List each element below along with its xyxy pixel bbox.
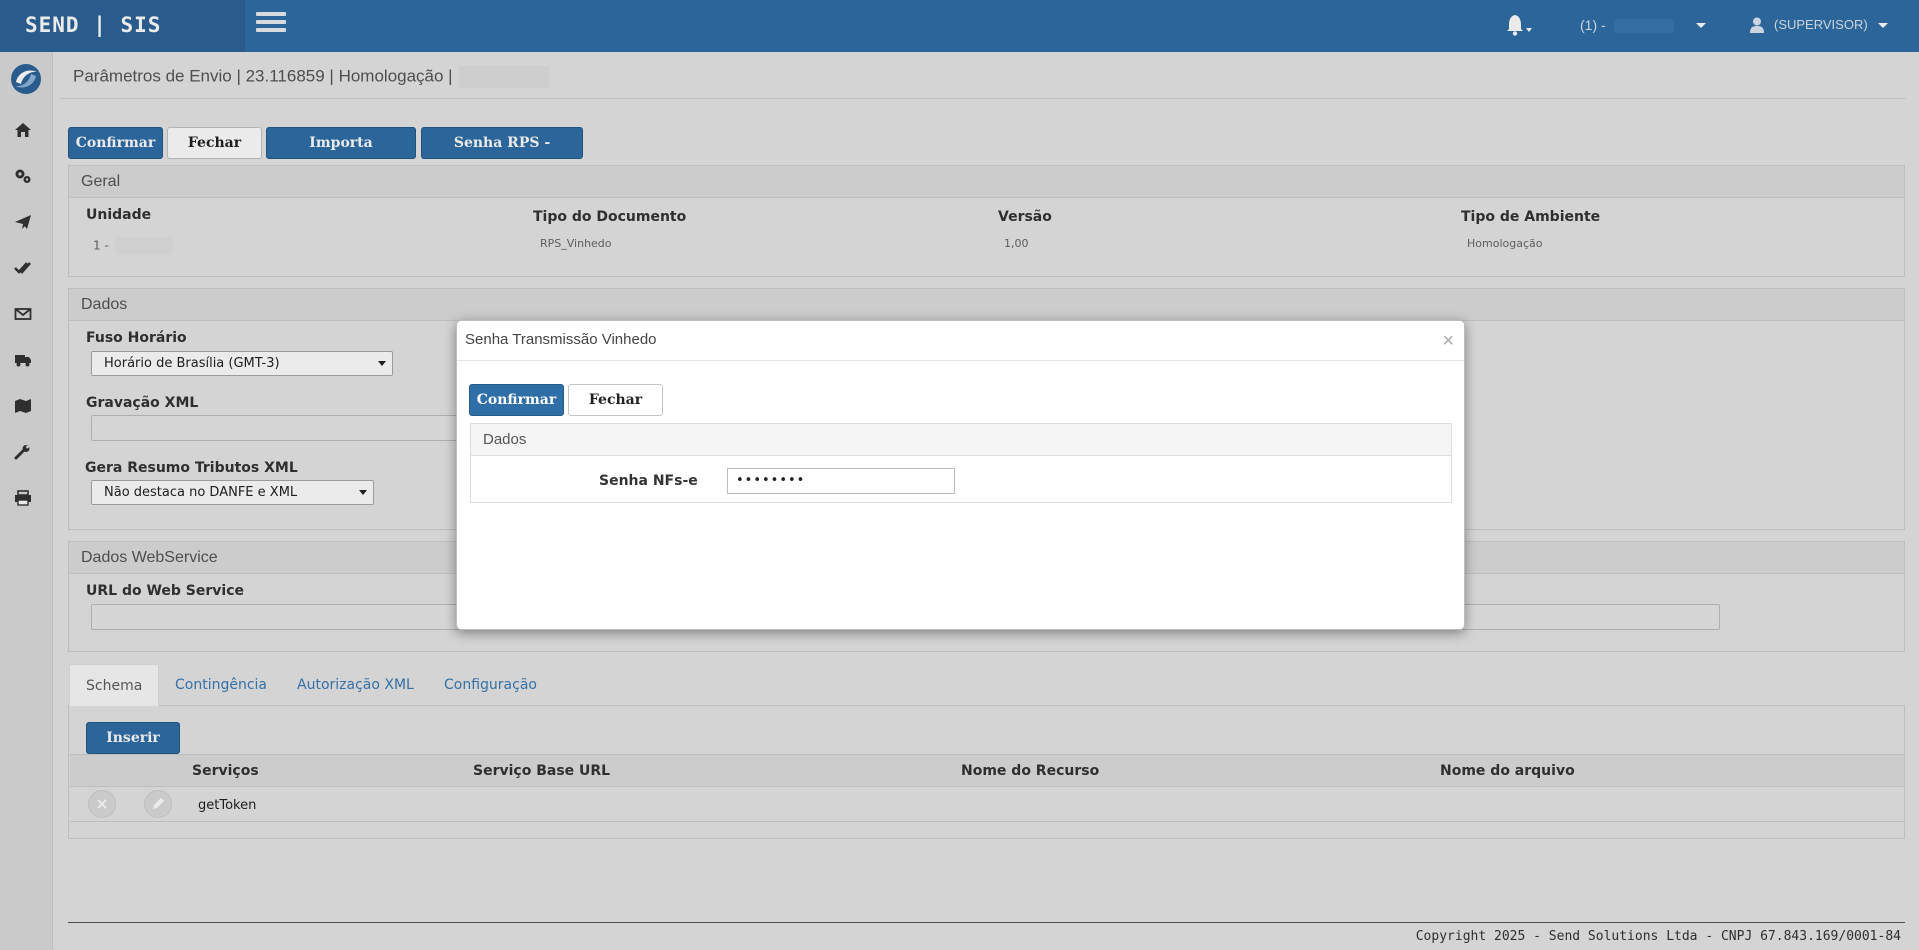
modal-data-panel: Dados Senha NFs-e ••••••••	[470, 423, 1452, 503]
modal-header-divider	[457, 360, 1464, 361]
password-modal: Senha Transmissão Vinhedo × Confirmar Fe…	[456, 320, 1465, 630]
nfse-password-input[interactable]: ••••••••	[727, 468, 955, 494]
modal-confirm-button[interactable]: Confirmar	[469, 384, 564, 416]
nfse-password-label: Senha NFs-e	[599, 473, 698, 489]
modal-close-button[interactable]: Fechar	[568, 384, 663, 416]
modal-data-panel-heading: Dados	[471, 424, 1451, 456]
modal-title: Senha Transmissão Vinhedo	[465, 331, 657, 348]
tab-schema[interactable]: Schema	[69, 664, 160, 706]
close-icon[interactable]: ×	[1442, 331, 1454, 351]
